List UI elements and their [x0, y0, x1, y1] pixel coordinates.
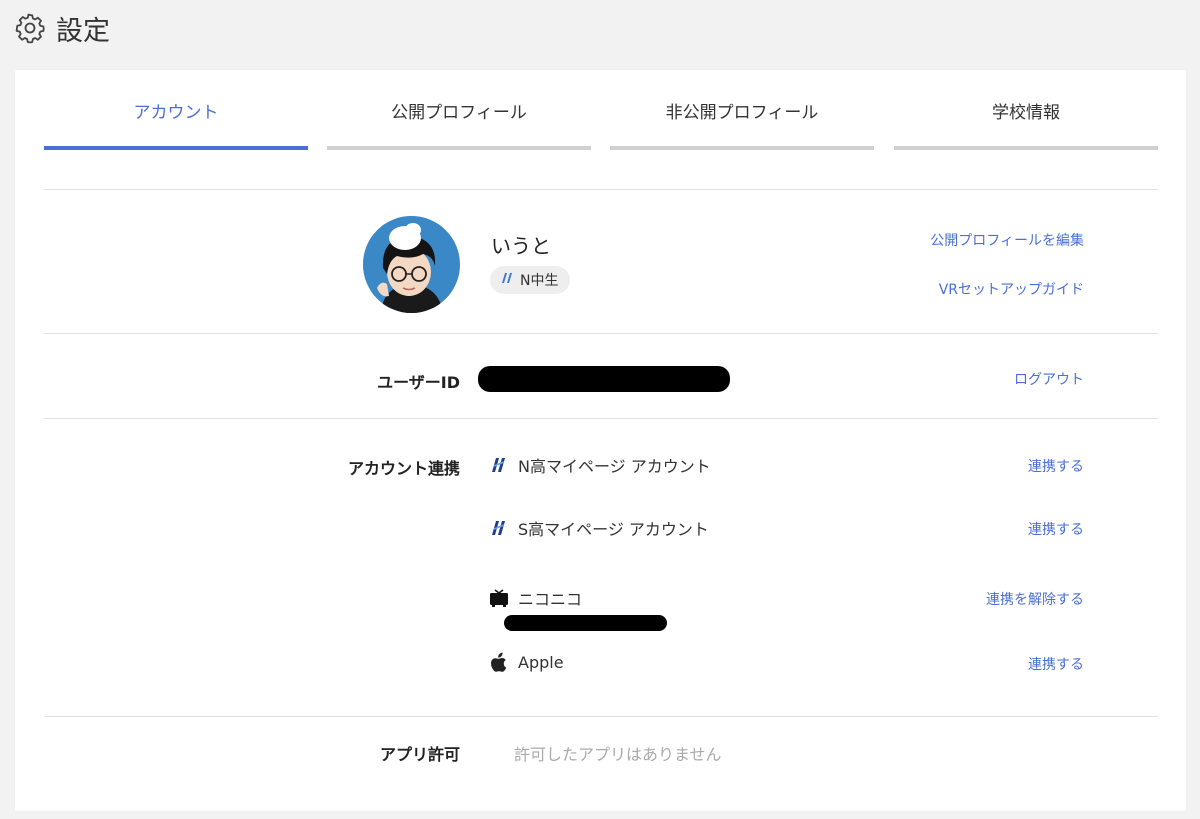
- divider: [44, 189, 1158, 190]
- redacted-niconico-id: [504, 615, 667, 631]
- unlink-niconico-button[interactable]: 連携を解除する: [986, 589, 1084, 609]
- tab-label: アカウント: [133, 102, 219, 123]
- account-links-label: アカウント連携: [347, 459, 460, 478]
- settings-card: アカウント 公開プロフィール 非公開プロフィール 学校情報 いうと N中生 公開…: [15, 70, 1186, 811]
- service-niconico: ニコニコ: [489, 586, 582, 610]
- n-school-logo-icon: [500, 271, 514, 289]
- divider: [44, 333, 1158, 334]
- tab-label: 公開プロフィール: [391, 102, 527, 123]
- avatar[interactable]: [363, 216, 460, 313]
- service-name: N高マイページ アカウント: [518, 457, 711, 476]
- page-header: 設定: [14, 8, 110, 48]
- service-s-school: S高マイページ アカウント: [489, 516, 709, 540]
- badge-label: N中生: [520, 273, 559, 289]
- tab-school-info[interactable]: 学校情報: [894, 70, 1158, 150]
- edit-public-profile-link[interactable]: 公開プロフィールを編集: [930, 230, 1084, 250]
- s-school-logo-icon: [489, 518, 509, 538]
- no-apps-message: 許可したアプリはありません: [514, 745, 722, 764]
- page-title: 設定: [56, 15, 110, 47]
- service-apple: Apple: [489, 652, 564, 672]
- user-name: いうと: [491, 234, 551, 258]
- tab-label: 学校情報: [992, 102, 1060, 123]
- app-permissions-label: アプリ許可: [379, 745, 460, 764]
- settings-tabs: アカウント 公開プロフィール 非公開プロフィール 学校情報: [44, 70, 1158, 150]
- gear-icon: [14, 12, 46, 44]
- service-n-school: N高マイページ アカウント: [489, 453, 711, 477]
- tab-public-profile[interactable]: 公開プロフィール: [327, 70, 591, 150]
- link-s-school-button[interactable]: 連携する: [1028, 519, 1084, 539]
- tab-account[interactable]: アカウント: [44, 70, 308, 150]
- link-n-school-button[interactable]: 連携する: [1028, 456, 1084, 476]
- service-name: Apple: [518, 652, 564, 672]
- tab-private-profile[interactable]: 非公開プロフィール: [610, 70, 874, 150]
- user-id-label: ユーザーID: [377, 373, 460, 392]
- tab-label: 非公開プロフィール: [665, 102, 819, 123]
- n-school-logo-icon: [489, 455, 509, 475]
- status-badge: N中生: [490, 266, 571, 294]
- apple-icon: [489, 652, 509, 672]
- redacted-user-id: [478, 366, 730, 392]
- service-name: ニコニコ: [518, 590, 583, 609]
- vr-setup-guide-link[interactable]: VRセットアップガイド: [939, 279, 1084, 299]
- divider: [44, 418, 1158, 419]
- logout-link[interactable]: ログアウト: [1014, 369, 1084, 389]
- divider: [44, 716, 1158, 717]
- niconico-tv-icon: [489, 588, 509, 608]
- link-apple-button[interactable]: 連携する: [1028, 654, 1084, 674]
- service-name: S高マイページ アカウント: [518, 520, 709, 539]
